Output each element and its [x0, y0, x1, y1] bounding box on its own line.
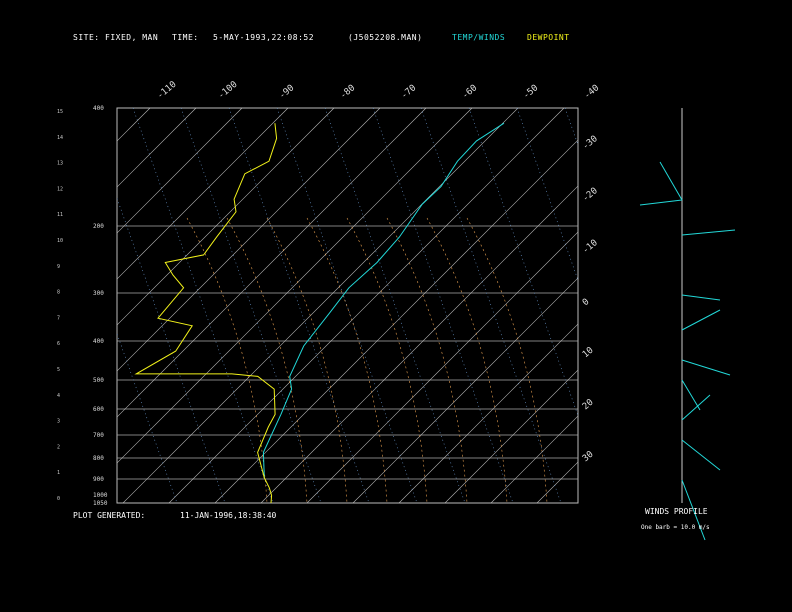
height-tick-label: 12	[57, 186, 63, 192]
temp-right-tick-label: -30	[581, 134, 600, 152]
pressure-tick-label: 900	[93, 476, 104, 483]
mixing-ratio-line	[386, 217, 468, 503]
winds-profile	[639, 108, 736, 541]
wind-barb	[681, 294, 721, 301]
isotherm-line	[721, 108, 792, 503]
isotherm-line	[117, 108, 289, 280]
height-tick-label: 13	[57, 161, 63, 167]
height-tick-label: 15	[57, 109, 63, 115]
height-tick-label: 6	[57, 341, 60, 347]
isotherm-line	[490, 415, 578, 503]
height-tick-label: 0	[57, 496, 60, 502]
isotherm-line	[117, 108, 243, 234]
wind-barb	[659, 161, 683, 201]
pressure-tick-label: 700	[93, 432, 104, 439]
chart-grid	[0, 107, 792, 504]
temp-top-tick-label: -110	[156, 80, 179, 102]
height-tick-label: 14	[57, 135, 63, 141]
pressure-tick-label: 500	[93, 377, 104, 384]
plot-frame	[116, 107, 579, 504]
generated-label: PLOT GENERATED:	[73, 511, 146, 520]
isotherm-line	[767, 108, 792, 503]
pressure-tick-label: 800	[93, 455, 104, 462]
wind-barb	[681, 379, 701, 411]
height-tick-label: 2	[57, 444, 60, 450]
temp-right-tick-label: 30	[581, 450, 596, 465]
wind-barb	[681, 229, 736, 236]
pressure-tick-label: 1050	[93, 500, 108, 507]
height-tick-label: 8	[57, 290, 60, 296]
pressure-tick-label: 200	[93, 223, 104, 230]
dry-adiabat	[420, 108, 562, 503]
temp-top-tick-label: -100	[217, 80, 240, 102]
isotherm-line	[536, 461, 578, 503]
winds-note: One barb = 10.0 m/s	[641, 524, 710, 531]
temp-right-tick-label: 20	[581, 398, 596, 413]
mixing-ratio-line	[266, 217, 348, 503]
wind-barb	[681, 309, 721, 331]
isotherm-line	[117, 108, 151, 142]
winds-title: WINDS PROFILE	[645, 507, 708, 516]
series-layer	[134, 122, 505, 503]
height-tick-label: 1	[57, 470, 60, 476]
temp-right-tick-label: -20	[581, 186, 600, 204]
dry-adiabat	[180, 108, 322, 503]
temp-top-tick-label: -50	[522, 83, 541, 101]
temp-top-tick-label: -90	[278, 83, 297, 101]
mixing-ratio-line	[426, 217, 508, 503]
height-tick-label: 9	[57, 264, 60, 270]
dry-adiabat	[228, 108, 370, 503]
temp-top-tick-label: -70	[400, 83, 419, 101]
dry-adiabat	[372, 108, 514, 503]
isotherm-line	[117, 108, 335, 326]
isotherm-line	[0, 108, 104, 503]
mixing-ratio-line	[226, 217, 308, 503]
dry-adiabat	[117, 197, 226, 503]
temp-top-tick-label: -80	[339, 83, 358, 101]
wind-barb	[681, 439, 721, 471]
wind-barb	[639, 199, 683, 206]
mixing-ratio-line	[466, 217, 548, 503]
height-tick-label: 3	[57, 419, 60, 425]
height-tick-label: 5	[57, 367, 60, 373]
mixing-ratio-line	[346, 217, 428, 503]
isotherm-line	[675, 108, 792, 503]
temp-right-tick-label: -10	[581, 238, 600, 256]
isotherm-line	[629, 108, 792, 503]
height-tick-label: 4	[57, 393, 60, 399]
wind-barb	[681, 359, 731, 376]
dry-adiabat	[132, 108, 274, 503]
temp-right-tick-label: 0	[581, 297, 592, 308]
pressure-tick-label: 400	[93, 105, 104, 112]
isotherm-line	[117, 108, 197, 188]
pressure-tick-label: 600	[93, 406, 104, 413]
pressure-tick-label: 400	[93, 338, 104, 345]
temp-right-tick-label: 10	[581, 346, 596, 361]
isotherm-group	[0, 108, 792, 503]
temp-top-tick-label: -60	[461, 83, 480, 101]
temp-top-tick-label: -40	[583, 83, 602, 101]
temp-series-line	[262, 122, 505, 478]
height-tick-label: 10	[57, 238, 63, 244]
pressure-tick-label: 1000	[93, 492, 108, 499]
wind-barb	[681, 394, 711, 421]
generated-value: 11-JAN-1996,18:38:40	[180, 511, 277, 520]
dry-adiabat	[324, 108, 466, 503]
isotherm-line	[444, 369, 578, 503]
isotherm-line	[398, 323, 578, 503]
height-tick-label: 11	[57, 212, 63, 218]
height-tick-label: 7	[57, 315, 60, 321]
pressure-tick-label: 300	[93, 290, 104, 297]
skewt-chart: 4002003004005006007008009001000105015141…	[0, 80, 792, 541]
